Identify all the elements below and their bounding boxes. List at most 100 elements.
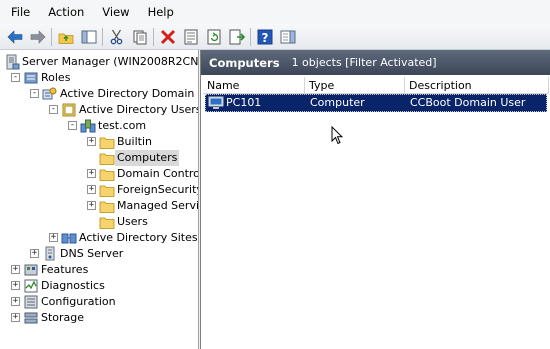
tree-item-label: Domain Control [117,167,199,180]
cut-icon[interactable] [106,26,127,47]
tree-item-label: Active Directory Users a [79,103,199,116]
expand-icon[interactable]: + [30,249,39,258]
expand-icon[interactable]: + [11,265,20,274]
diagnostics-icon [23,278,39,294]
up-folder-icon[interactable] [55,26,76,47]
column-headers: Name Type Description [203,77,549,94]
features-icon [23,262,39,278]
expand-icon[interactable]: + [87,185,96,194]
collapse-icon[interactable]: - [68,121,77,130]
configuration-icon [23,294,39,310]
menu-file[interactable]: File [2,0,39,24]
tree-item-label: Managed Servic [117,199,199,212]
tree-item-label: Active Directory Domain Se [60,87,199,100]
tree-item-label: Active Directory Sites a [79,231,199,244]
folder-icon [99,182,115,198]
ad-sites-icon [61,230,77,246]
toolbar-separator [250,27,251,46]
tree-item-label: ForeignSecurity [117,183,199,196]
roles-icon [23,70,39,86]
show-hide-tree-icon[interactable] [78,26,99,47]
back-arrow-icon[interactable] [4,26,25,47]
svg-text:?: ? [261,31,268,45]
storage-icon [23,310,39,326]
tree-item-dns-server[interactable]: DNS Server [42,246,125,262]
delete-icon[interactable] [157,26,178,47]
folder-icon [99,198,115,214]
tree-item-label: Storage [41,311,85,324]
collapse-icon[interactable]: - [30,89,39,98]
menu-view[interactable]: View [93,0,138,24]
tree-item-managed-servic[interactable]: Managed Servic [99,198,199,214]
toolbar-separator [51,27,52,46]
expand-icon[interactable]: + [87,201,96,210]
tree-item-configuration[interactable]: Configuration [23,294,118,310]
help-icon[interactable]: ? [254,26,275,47]
row-description: CCBoot Domain User [410,96,526,109]
expand-icon[interactable]: + [49,233,58,242]
server-manager-icon [4,54,20,70]
collapse-icon[interactable]: - [49,105,58,114]
tree-item-domain-control[interactable]: Domain Control [99,166,199,182]
tree-item-label: Computers [115,150,180,166]
forward-arrow-icon[interactable] [27,26,48,47]
ad-domain-services-icon [42,86,58,102]
refresh-icon[interactable] [203,26,224,47]
expand-icon[interactable]: + [87,169,96,178]
toolbar: ? [0,24,550,50]
results-header: Computers 1 objects [Filter Activated] [201,50,550,75]
column-header-name[interactable]: Name [203,77,305,94]
copy-icon[interactable] [129,26,150,47]
column-header-description[interactable]: Description [405,77,549,94]
results-status: 1 objects [Filter Activated] [291,56,437,69]
export-list-icon[interactable] [226,26,247,47]
menu-bar: File Action View Help [0,0,550,24]
expand-icon[interactable]: + [11,281,20,290]
tree-item-active-directory-users-a[interactable]: Active Directory Users a [61,102,199,118]
collapse-icon[interactable]: - [11,73,20,82]
tree-item-label: Features [41,263,89,276]
tree-item-builtin[interactable]: Builtin [99,134,154,150]
tree-item-label: Users [117,215,148,228]
ad-users-computers-icon [61,102,77,118]
folder-icon [99,166,115,182]
toolbar-separator [153,27,154,46]
folder-icon [99,150,115,166]
tree-item-label: Diagnostics [41,279,105,292]
tree-item-computers[interactable]: Computers [99,150,180,166]
expand-icon[interactable]: + [11,297,20,306]
tree-item-server-manager-win2008r2cn[interactable]: Server Manager (WIN2008R2CN) [4,54,199,70]
tree-item-label: Configuration [41,295,116,308]
menu-help[interactable]: Help [139,0,183,24]
tree-item-active-directory-sites-a[interactable]: Active Directory Sites a [61,230,199,246]
column-header-type[interactable]: Type [305,77,405,94]
tree-item-active-directory-domain-se[interactable]: Active Directory Domain Se [42,86,199,102]
tree-item-features[interactable]: Features [23,262,90,278]
dns-server-icon [42,246,58,262]
toolbar-separator [102,27,103,46]
results-pane: Computers 1 objects [Filter Activated] N… [200,50,550,349]
navigation-tree[interactable]: Server Manager (WIN2008R2CN) - Roles - Activ… [0,50,199,349]
show-action-pane-icon[interactable] [277,26,298,47]
table-row[interactable]: PC101 Computer CCBoot Domain User [205,94,547,112]
tree-item-roles[interactable]: Roles [23,70,72,86]
tree-item-label: test.com [98,119,147,132]
tree-item-diagnostics[interactable]: Diagnostics [23,278,107,294]
tree-item-storage[interactable]: Storage [23,310,86,326]
tree-item-test-com[interactable]: test.com [80,118,148,134]
menu-action[interactable]: Action [39,0,93,24]
folder-icon [99,214,115,230]
row-name: PC101 [226,96,262,109]
expand-icon[interactable]: + [87,137,96,146]
results-title: Computers [209,55,280,70]
domain-icon [80,118,96,134]
tree-item-label: Server Manager (WIN2008R2CN) [22,55,199,68]
properties-icon[interactable] [180,26,201,47]
computer-icon [208,95,224,111]
tree-item-users[interactable]: Users [99,214,150,230]
tree-item-foreignsecurity[interactable]: ForeignSecurity [99,182,199,198]
expand-icon[interactable]: + [11,313,20,322]
mouse-cursor-icon [331,126,343,145]
tree-item-label: DNS Server [60,247,124,260]
folder-icon [99,134,115,150]
